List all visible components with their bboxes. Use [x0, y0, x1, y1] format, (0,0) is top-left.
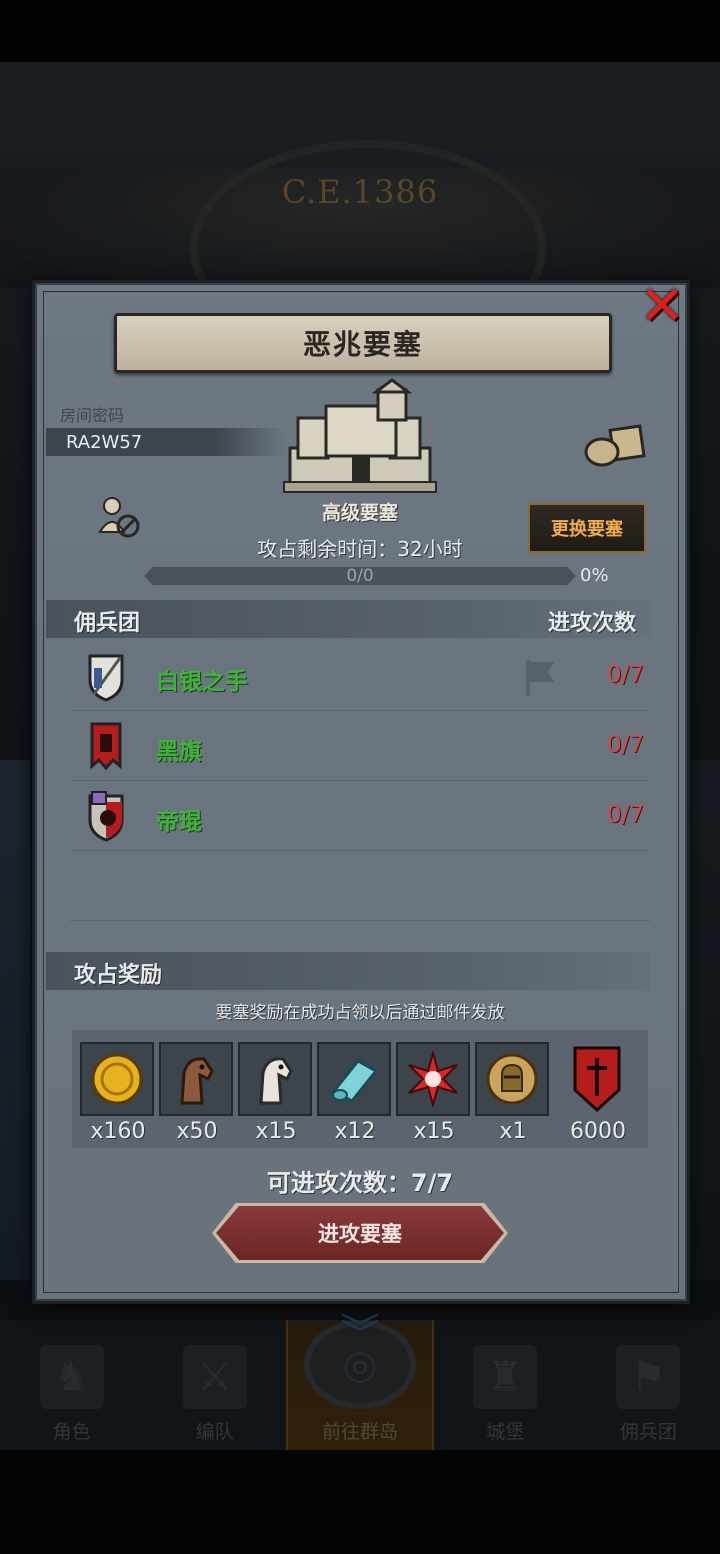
reward-slot	[80, 1042, 154, 1116]
reward-qty: x12	[334, 1119, 376, 1144]
rewards-section-title: 攻占奖励	[74, 963, 163, 988]
title-plate: 恶兆要塞	[114, 313, 612, 373]
reward-item[interactable]: x1	[475, 1042, 551, 1144]
reward-item[interactable]: x160	[80, 1042, 156, 1144]
supply-bags-icon[interactable]	[584, 420, 646, 468]
attacks-available: 可进攻次数：7/7	[266, 1169, 454, 1197]
reward-item[interactable]: x50	[159, 1042, 235, 1144]
reward-item[interactable]: x15	[238, 1042, 314, 1144]
mercenary-row[interactable]: 帝琨 0/7	[70, 780, 650, 851]
room-code: RA2W57	[66, 432, 143, 453]
gold-coin-icon	[91, 1053, 143, 1105]
mercenary-row[interactable]: 白银之手 0/7	[70, 640, 650, 711]
attack-count: 0/7	[606, 732, 644, 758]
reward-slot	[159, 1042, 233, 1116]
attack-count: 0/7	[606, 802, 644, 828]
reward-item[interactable]: x15	[396, 1042, 472, 1144]
reward-qty: x15	[255, 1119, 297, 1144]
reward-item[interactable]: x12	[317, 1042, 393, 1144]
mercenary-name: 帝琨	[156, 809, 202, 835]
reward-qty: x1	[499, 1119, 527, 1144]
knight-helmet-coin-icon	[486, 1053, 538, 1105]
reward-note: 要塞奖励在成功占领以后通过邮件发放	[215, 1003, 505, 1023]
time-remaining: 攻占剩余时间：32小时	[257, 537, 463, 561]
reward-qty: 6000	[570, 1119, 626, 1144]
red-star-icon	[408, 1051, 458, 1107]
mercenary-name: 黑旗	[156, 739, 202, 765]
reward-slot	[238, 1042, 312, 1116]
white-horse-icon	[259, 1057, 293, 1105]
attack-fortress-label: 进攻要塞	[318, 1222, 402, 1246]
dikun-emblem-icon	[88, 791, 124, 842]
reward-slot	[396, 1042, 470, 1116]
modal-title: 恶兆要塞	[302, 328, 423, 361]
reward-slot	[317, 1042, 391, 1116]
attack-count-header: 进攻次数	[548, 611, 637, 636]
black-flag-emblem-icon	[90, 722, 122, 771]
room-code-label: 房间密码	[60, 406, 125, 425]
progress-text: 0/0	[346, 566, 374, 586]
close-icon: ✕	[639, 274, 685, 337]
reward-slot	[475, 1042, 549, 1116]
mercenary-row[interactable]: 黑旗 0/7	[70, 710, 650, 781]
flag-icon[interactable]	[522, 656, 558, 698]
reward-item[interactable]: 6000	[560, 1042, 636, 1144]
mercenary-section-title: 佣兵团	[74, 611, 141, 636]
cloth-roll-icon	[331, 1059, 379, 1103]
empty-mercenary-slot	[70, 850, 650, 921]
reward-slot	[560, 1042, 634, 1116]
close-button[interactable]: ✕	[636, 274, 688, 337]
red-banner-icon	[573, 1046, 621, 1113]
reward-qty: x160	[90, 1119, 146, 1144]
silver-hand-emblem-icon	[88, 654, 124, 702]
reward-qty: x50	[176, 1119, 218, 1144]
attack-count: 0/7	[606, 662, 644, 688]
reward-qty: x15	[413, 1119, 455, 1144]
fortress-icon	[283, 378, 437, 493]
attack-fortress-button[interactable]: 进攻要塞	[216, 1206, 504, 1260]
brown-horse-icon	[180, 1057, 214, 1105]
mercenary-name: 白银之手	[156, 669, 248, 695]
progress-percent: 0%	[580, 565, 609, 586]
